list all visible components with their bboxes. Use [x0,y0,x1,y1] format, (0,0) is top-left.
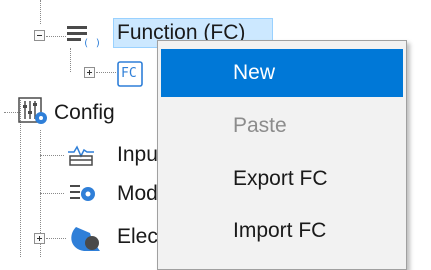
menu-item-new-label: New [233,61,276,84]
tree-node-electric-label[interactable]: Elec [117,224,158,250]
fc-icon-text: FC [121,66,137,81]
tree-node-module-label[interactable]: Mod [117,181,158,207]
menu-item-import-fc[interactable]: Import FC [161,207,403,255]
tree-line [40,193,64,194]
electric-device-icon [66,221,106,260]
tree-node-config-label[interactable]: Config [54,100,115,126]
menu-item-import-fc-label: Import FC [233,219,327,242]
tree-line [96,72,116,73]
svg-text:( ): ( ) [83,38,101,49]
menu-item-paste: Paste [161,102,403,150]
tree-line [40,155,64,156]
function-block-icon: ( ) [66,23,106,56]
expand-toggle-fc-child[interactable] [84,67,95,78]
menu-item-new[interactable]: New [161,49,403,97]
context-menu: New Paste Export FC Import FC [157,40,407,270]
menu-item-export-fc-label: Export FC [233,167,328,190]
input-signal-icon [64,142,98,173]
module-config-icon [64,180,98,211]
tree-node-input-label[interactable]: Inpu [117,142,158,168]
menu-item-export-fc[interactable]: Export FC [161,155,403,203]
tree-line [46,36,66,37]
config-sliders-icon [18,96,48,131]
collapse-toggle-function-fc[interactable] [34,30,45,41]
tree-line [40,0,41,24]
expand-toggle-electric[interactable] [34,233,45,244]
menu-item-paste-label: Paste [233,114,287,137]
tree-line [46,238,66,239]
